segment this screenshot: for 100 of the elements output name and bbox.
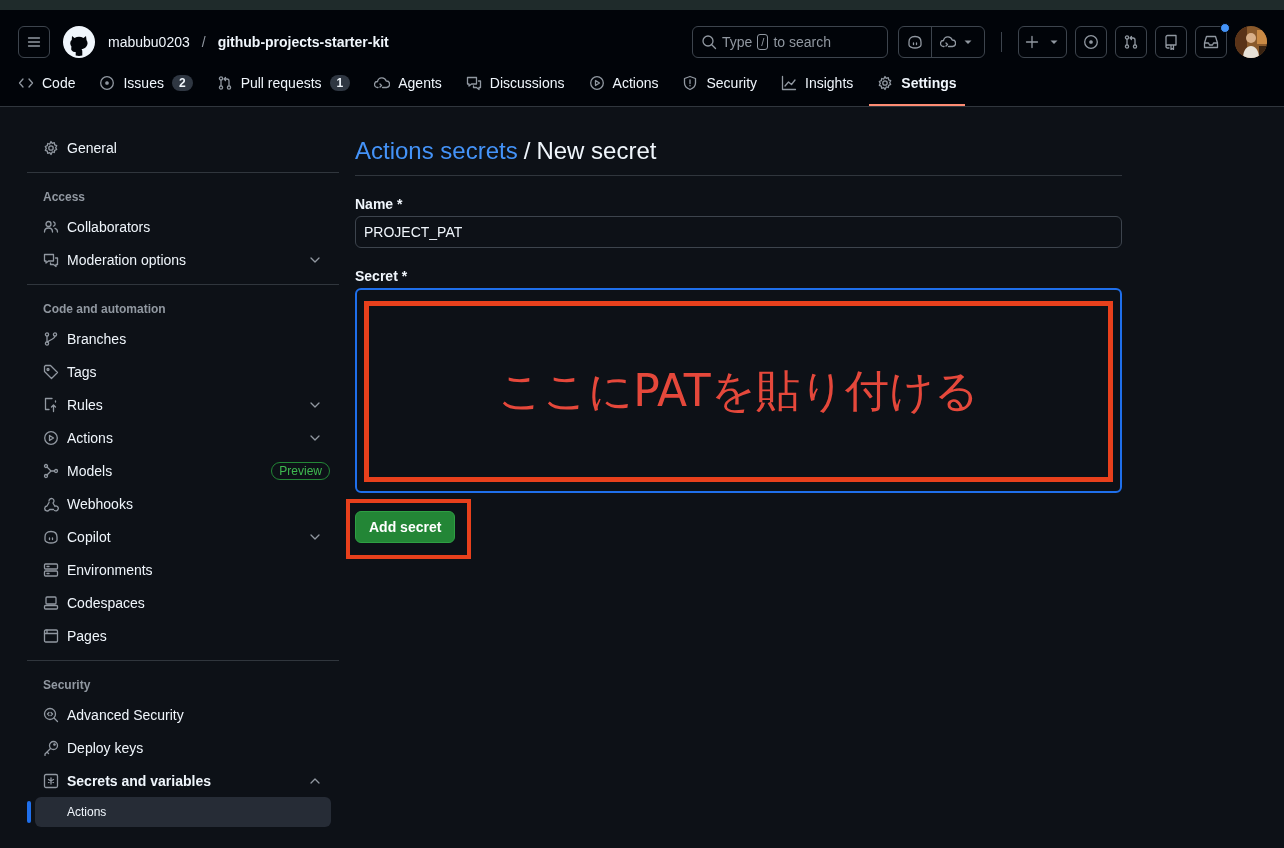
item-label: Branches — [67, 330, 128, 347]
search-placeholder: to search — [773, 34, 831, 50]
codescan-icon — [43, 706, 59, 723]
breadcrumb-link[interactable]: Actions secrets — [355, 137, 518, 165]
shield-icon — [682, 75, 699, 91]
add-secret-button[interactable]: Add secret — [355, 511, 456, 543]
sidebar-item[interactable]: Webhooks — [27, 487, 339, 520]
pull-requests-button[interactable] — [1115, 26, 1147, 58]
asterisk-icon — [43, 772, 59, 789]
graph-icon — [781, 75, 798, 91]
copilot-icon — [907, 34, 923, 50]
inbox-button[interactable] — [1195, 26, 1227, 58]
rules-icon — [43, 396, 59, 413]
discuss-icon — [465, 75, 482, 91]
repo-name-link[interactable]: github-projects-starter-kit — [217, 34, 389, 50]
selection-indicator — [27, 801, 31, 823]
repo-tab[interactable]: Agents — [366, 62, 450, 106]
search-placeholder: Type — [722, 34, 753, 50]
models-icon — [43, 462, 59, 479]
browser-icon — [43, 627, 59, 644]
item-label: Pages — [67, 627, 108, 644]
menu-button[interactable] — [18, 26, 50, 58]
key-icon — [43, 739, 59, 756]
name-input-field[interactable]: PROJECT_PAT — [355, 216, 1122, 248]
search-field[interactable]: Type / to search — [692, 26, 888, 58]
item-label: General — [67, 139, 118, 156]
menu-icon — [26, 34, 42, 50]
item-label: Tags — [67, 363, 98, 380]
section-heading: Access — [42, 189, 87, 206]
field-label: Name * — [355, 196, 404, 212]
repositories-button[interactable] — [1155, 26, 1187, 58]
repo-tab[interactable]: Discussions — [457, 62, 573, 106]
play-icon — [43, 429, 59, 446]
item-label: Deploy keys — [67, 739, 145, 756]
tab-label: Agents — [398, 75, 442, 91]
item-label: Copilot — [67, 528, 112, 545]
breadcrumb-separator: / — [523, 137, 531, 165]
repo-tab[interactable]: Issues 2 — [91, 62, 201, 106]
repo-owner-link[interactable]: mabubu0203 — [108, 34, 190, 50]
page-title: New secret — [536, 137, 657, 165]
item-label: Secrets and variables — [67, 772, 212, 789]
create-new-button[interactable] — [1018, 26, 1067, 58]
sidebar-item[interactable]: General — [27, 131, 339, 164]
sidebar-item[interactable]: Moderation options — [27, 243, 339, 276]
sidebar-item[interactable]: Deploy keys — [27, 731, 339, 764]
copilot-icon — [43, 528, 59, 545]
play-icon — [588, 75, 605, 91]
annotation-text: ここにPATを貼り付ける — [498, 364, 979, 418]
sidebar-item[interactable]: Environments — [27, 553, 339, 586]
tab-label: Code — [42, 75, 76, 91]
sidebar-item[interactable]: Branches — [27, 322, 339, 355]
tab-label: Actions — [612, 75, 659, 91]
laptop-icon — [43, 594, 59, 611]
octocat-logo-icon[interactable] — [63, 26, 95, 58]
sidebar-item[interactable]: Models Preview — [27, 454, 339, 487]
repo-tab[interactable]: Security — [674, 62, 766, 106]
webhook-icon — [43, 495, 59, 512]
sidebar-item[interactable]: Codespaces — [27, 586, 339, 619]
tab-label: Settings — [901, 75, 957, 91]
repo-icon — [1163, 34, 1179, 50]
sidebar-item[interactable]: Actions — [27, 421, 339, 454]
repo-tab[interactable]: Settings — [869, 62, 965, 106]
tab-label: Pull requests — [240, 75, 322, 91]
issue-icon — [99, 75, 116, 91]
sidebar-item[interactable]: Advanced Security — [27, 698, 339, 731]
secret-input-field[interactable]: ここにPATを貼り付ける — [355, 288, 1122, 493]
item-label: Actions — [67, 429, 114, 446]
sidebar-item[interactable]: Tags — [27, 355, 339, 388]
tab-label: Security — [706, 75, 758, 91]
plus-icon — [1023, 34, 1040, 50]
sidebar-item[interactable]: Collaborators — [27, 210, 339, 243]
sidebar-subitem[interactable]: Actions — [35, 797, 331, 827]
tab-counter: 2 — [171, 75, 193, 91]
gear-icon — [877, 75, 894, 91]
tab-counter: 1 — [329, 75, 351, 91]
sidebar-item[interactable]: Copilot — [27, 520, 339, 553]
repo-tab[interactable]: Code — [10, 62, 84, 106]
sidebar-item[interactable]: Pages — [27, 619, 339, 652]
branch-icon — [43, 330, 59, 347]
issues-button[interactable] — [1075, 26, 1107, 58]
item-label: Webhooks — [67, 495, 134, 512]
inbox-icon — [1203, 34, 1219, 50]
pr-icon — [216, 75, 233, 91]
pull-request-icon — [1123, 34, 1139, 50]
tab-label: Discussions — [489, 75, 565, 91]
sidebar-item[interactable]: Secrets and variables — [27, 764, 339, 797]
repo-tab[interactable]: Actions — [580, 62, 667, 106]
search-icon — [701, 34, 717, 50]
item-label: Rules — [67, 396, 104, 413]
shortcut-key: / — [757, 34, 769, 50]
repo-tab[interactable]: Insights — [773, 62, 862, 106]
sidebar-item[interactable]: Rules — [27, 388, 339, 421]
section-heading: Security — [42, 677, 92, 694]
gear-icon — [43, 139, 59, 156]
repo-tab[interactable]: Pull requests 1 — [208, 62, 359, 106]
server-icon — [43, 561, 59, 578]
people-icon — [43, 218, 59, 235]
issue-icon — [1083, 34, 1099, 50]
cloud-icon — [940, 34, 956, 50]
field-label: Secret * — [355, 268, 409, 284]
